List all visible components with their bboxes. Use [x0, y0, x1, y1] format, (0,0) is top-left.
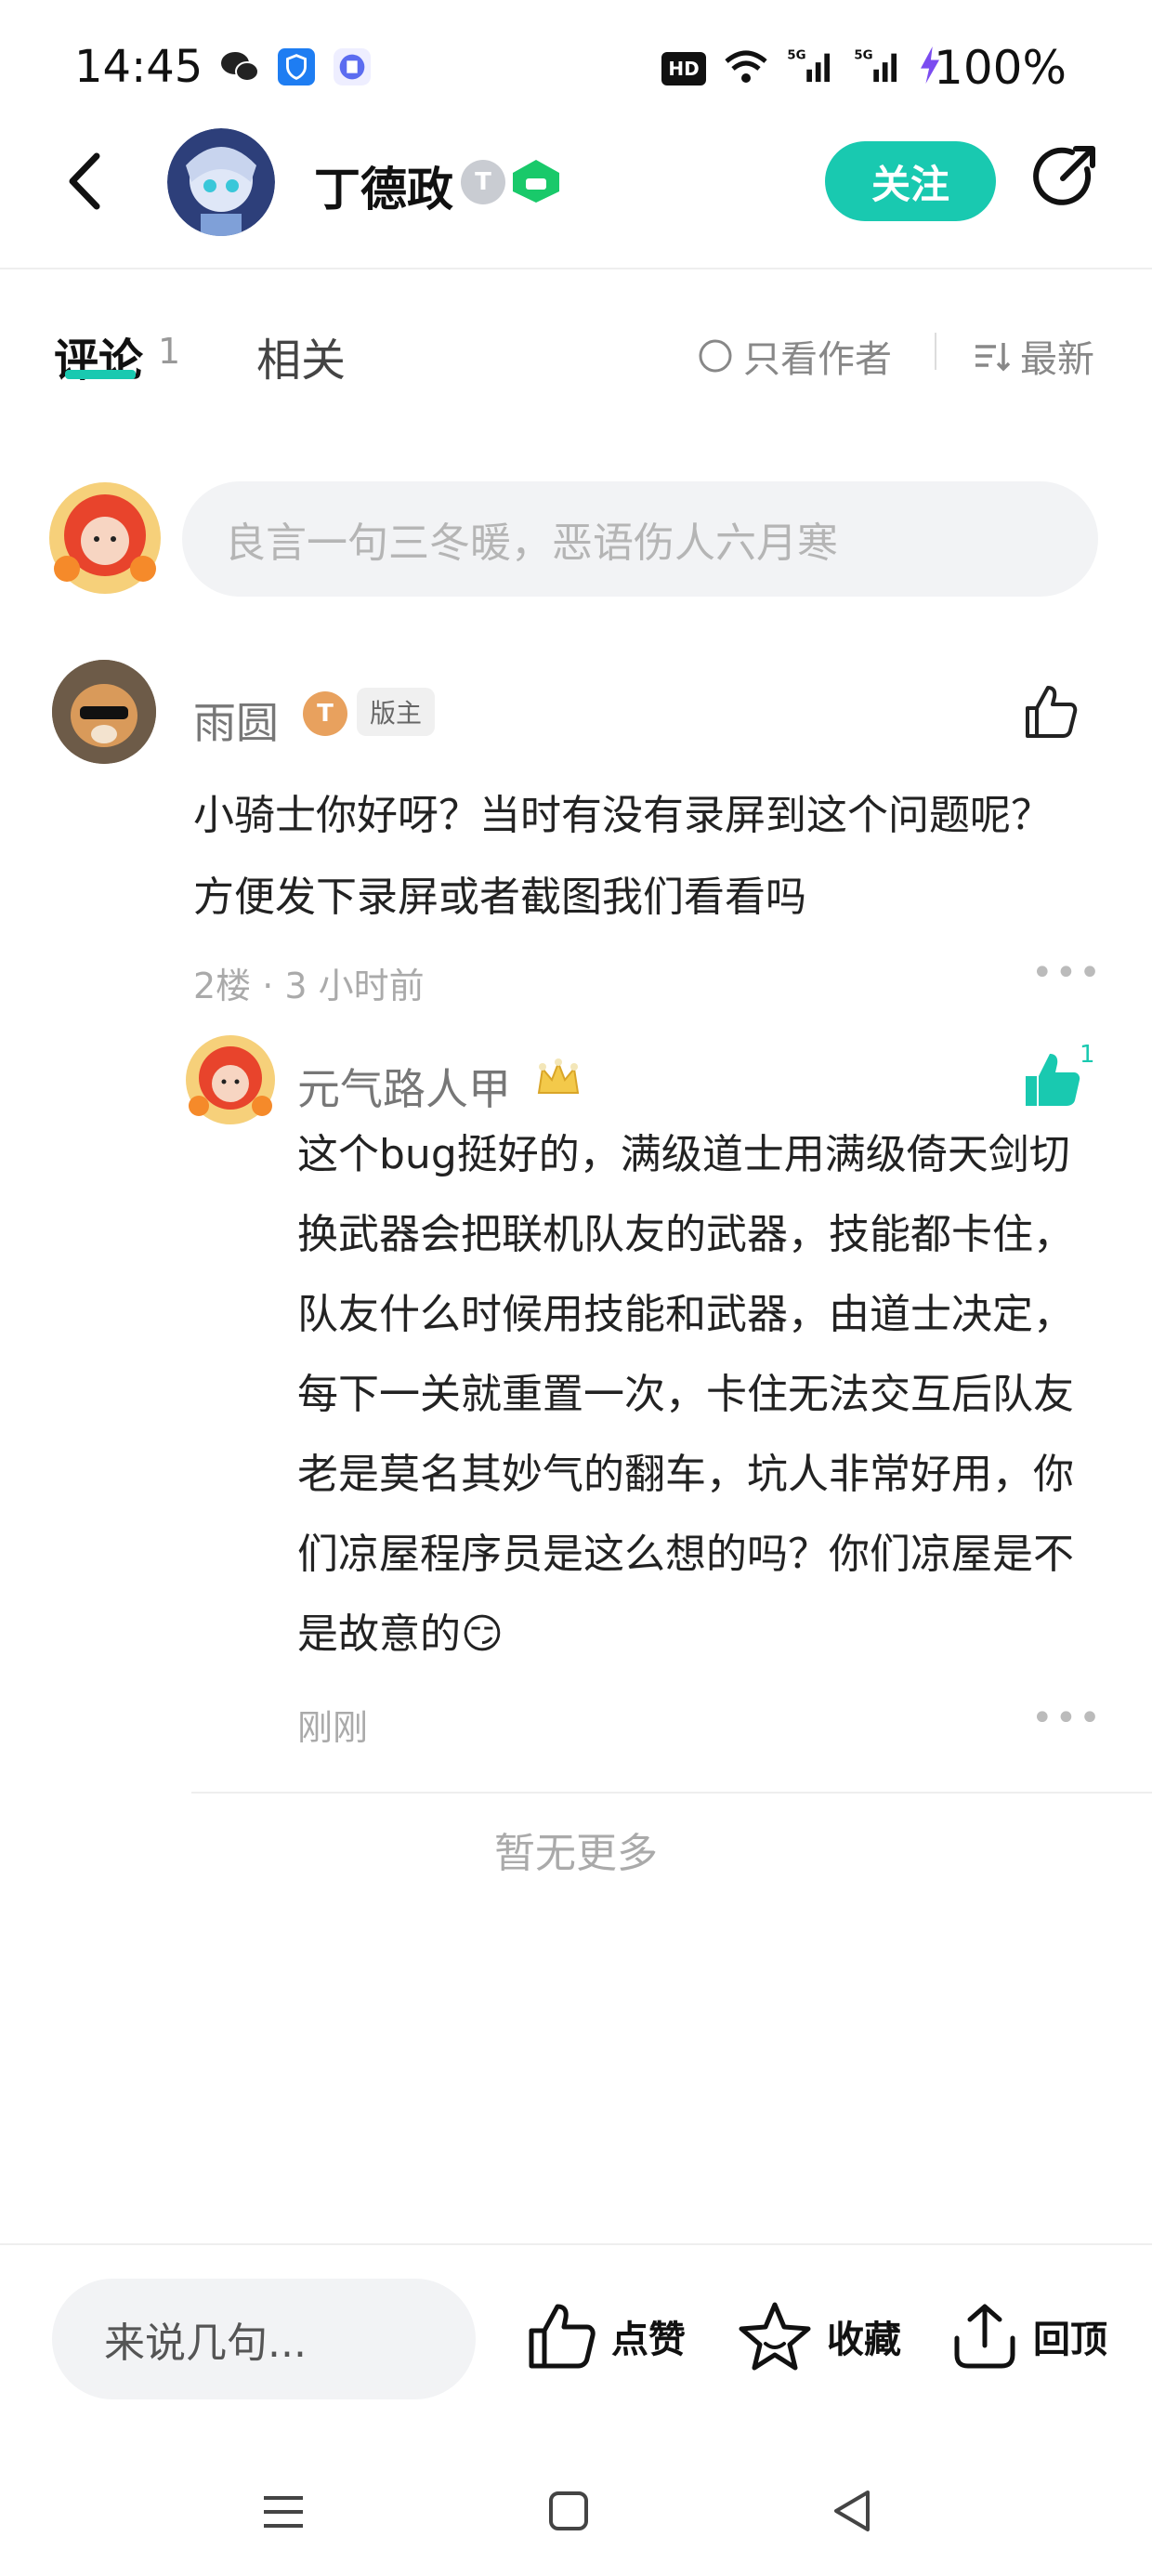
- like-icon: [529, 2304, 596, 2369]
- menu-icon[interactable]: [262, 2491, 305, 2533]
- system-nav-bar: [0, 2453, 1152, 2576]
- sort-label: 最新: [1020, 338, 1094, 381]
- hd-indicator: HD: [661, 52, 706, 85]
- svg-text:5G: 5G: [854, 48, 872, 62]
- moderator-badge: 版主: [357, 688, 436, 736]
- reply-divider: [191, 1792, 1152, 1794]
- signal-5g-icon-1: 5G: [787, 48, 831, 83]
- reply-more-options-icon[interactable]: •••: [1031, 1697, 1103, 1740]
- reply-meta: 刚刚: [297, 1707, 369, 1748]
- no-more-label: 暂无更多: [494, 1830, 658, 1877]
- crown-badge-icon: [537, 1058, 580, 1094]
- follow-button[interactable]: 关注: [825, 141, 996, 221]
- author-level-badge: T: [461, 160, 505, 204]
- tab-related[interactable]: 相关: [256, 323, 346, 388]
- battery-level: 100%: [934, 41, 1067, 95]
- author-only-label: 只看作者: [743, 338, 892, 381]
- commenter-name[interactable]: 雨圆: [193, 690, 279, 751]
- more-options-icon[interactable]: •••: [1031, 952, 1103, 994]
- like-label: 点赞: [611, 2319, 686, 2361]
- reply-avatar[interactable]: [184, 1033, 277, 1126]
- reply-author-name[interactable]: 元气路人甲: [297, 1056, 511, 1117]
- author-name[interactable]: 丁德政: [314, 152, 453, 219]
- upload-arrow-icon: [954, 2304, 1015, 2369]
- wifi-icon: [725, 50, 767, 83]
- tab-active-indicator: [65, 370, 136, 379]
- sort-toggle[interactable]: 最新: [974, 329, 1094, 383]
- like-post-button[interactable]: 点赞: [526, 2301, 686, 2372]
- share-icon[interactable]: [1029, 141, 1100, 212]
- favorite-label: 收藏: [827, 2319, 901, 2361]
- bottom-bar-divider: [0, 2243, 1152, 2245]
- svg-text:5G: 5G: [787, 48, 805, 62]
- status-bar: 14:45 HD 5G 5G 100%: [0, 0, 1152, 130]
- comment-text: 小骑士你好呀？当时有没有录屏到这个问题呢？方便发下录屏或者截图我们看看吗: [193, 792, 1052, 921]
- commenter-avatar[interactable]: [52, 660, 156, 764]
- back-to-top-button[interactable]: 回顶: [951, 2301, 1107, 2372]
- thumbs-up-icon[interactable]: [1022, 684, 1080, 742]
- comments-count: 1: [158, 331, 181, 372]
- back-arrow-icon[interactable]: [56, 149, 121, 214]
- filter-divider: [935, 333, 936, 370]
- comment-meta: 2楼 · 3 小时前: [193, 966, 425, 1006]
- shield-app-icon: [278, 48, 315, 85]
- taptap-top-badge-icon: [513, 160, 559, 203]
- comment-input[interactable]: 良言一句三冬暖，恶语伤人六月寒: [182, 481, 1098, 597]
- back-triangle-icon[interactable]: [831, 2489, 873, 2533]
- favorite-button[interactable]: 收藏: [738, 2301, 901, 2372]
- star-icon: [739, 2302, 811, 2371]
- commenter-level-badge: T: [303, 691, 347, 736]
- author-avatar[interactable]: [167, 128, 275, 236]
- status-time: 14:45: [74, 41, 203, 93]
- wechat-icon: [221, 52, 259, 82]
- sort-icon: [975, 343, 1011, 372]
- thumbs-up-filled-icon[interactable]: [1022, 1050, 1083, 1111]
- home-square-icon[interactable]: [548, 2491, 589, 2531]
- tieba-app-icon: [334, 48, 371, 85]
- author-only-toggle[interactable]: 只看作者: [697, 329, 892, 383]
- bottom-comment-input[interactable]: 来说几句...: [52, 2279, 476, 2399]
- back-to-top-label: 回顶: [1033, 2319, 1107, 2361]
- radio-circle-icon: [699, 339, 732, 373]
- my-avatar: [46, 480, 164, 597]
- reply-text: 这个bug挺好的，满级道士用满级倚天剑切换武器会把联机队友的武器，技能都卡住，队…: [297, 1131, 1074, 1658]
- signal-5g-icon-2: 5G: [854, 48, 897, 83]
- reply-like-count: 1: [1080, 1041, 1095, 1069]
